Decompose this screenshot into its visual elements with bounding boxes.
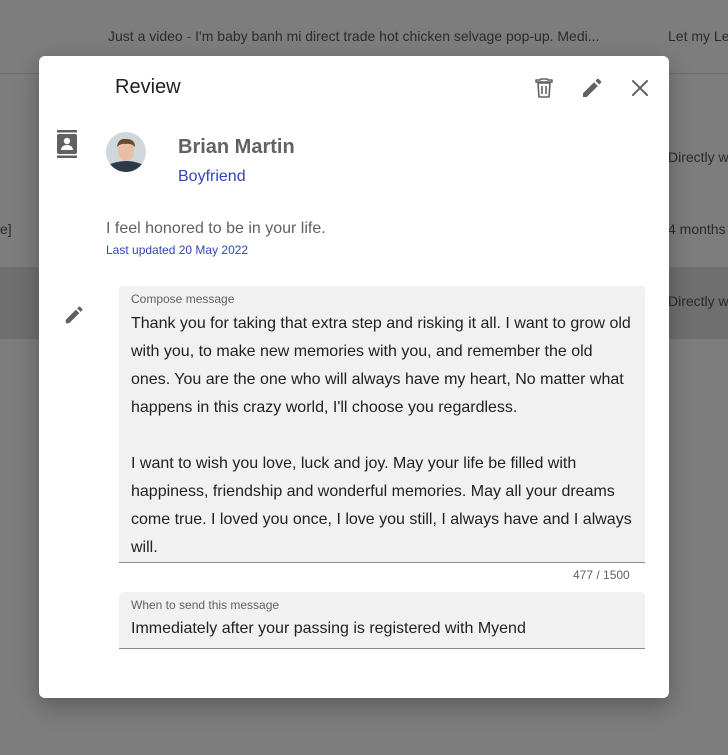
close-icon: [632, 80, 648, 96]
dialog-title: Review: [115, 76, 181, 98]
character-counter: 477 / 1500: [573, 568, 630, 582]
contact-card-icon: [57, 130, 77, 158]
compose-message-label: Compose message: [131, 292, 235, 306]
edit-button[interactable]: [578, 74, 606, 102]
send-timing-label: When to send this message: [131, 598, 280, 612]
background-row-right-text: Directly w: [668, 293, 728, 309]
contact-name: Brian Martin: [178, 136, 295, 158]
background-row-text: Just a video - I'm baby banh mi direct t…: [108, 28, 599, 44]
contact-relation: Boyfriend: [178, 168, 246, 185]
compose-message-field[interactable]: Compose message Thank you for taking tha…: [119, 286, 645, 563]
avatar: [106, 132, 146, 172]
review-dialog: Review Brian Martin Boyfriend I feel hon…: [39, 56, 669, 698]
background-row-snippet: I'm baby banh mi direct trade hot chicke…: [195, 28, 600, 44]
background-row-title: Just a video: [108, 28, 183, 44]
trash-icon: [535, 78, 553, 98]
background-row-separator: -: [182, 28, 196, 44]
background-row-left-text: e]: [0, 221, 12, 237]
send-timing-field[interactable]: When to send this message Immediately af…: [119, 592, 645, 649]
last-updated: Last updated 20 May 2022: [106, 243, 249, 257]
background-row-right-text: Directly w: [668, 149, 728, 165]
background-row-right-text: 4 months: [668, 221, 726, 237]
delete-button[interactable]: [530, 74, 558, 102]
pencil-icon: [583, 78, 602, 97]
background-row-right-text: Let my Le: [668, 28, 728, 44]
close-button[interactable]: [626, 74, 654, 102]
compose-message-text[interactable]: Thank you for taking that extra step and…: [131, 310, 633, 562]
pencil-icon: [65, 306, 83, 324]
send-timing-value[interactable]: Immediately after your passing is regist…: [131, 620, 526, 638]
review-summary: I feel honored to be in your life.: [106, 220, 326, 237]
